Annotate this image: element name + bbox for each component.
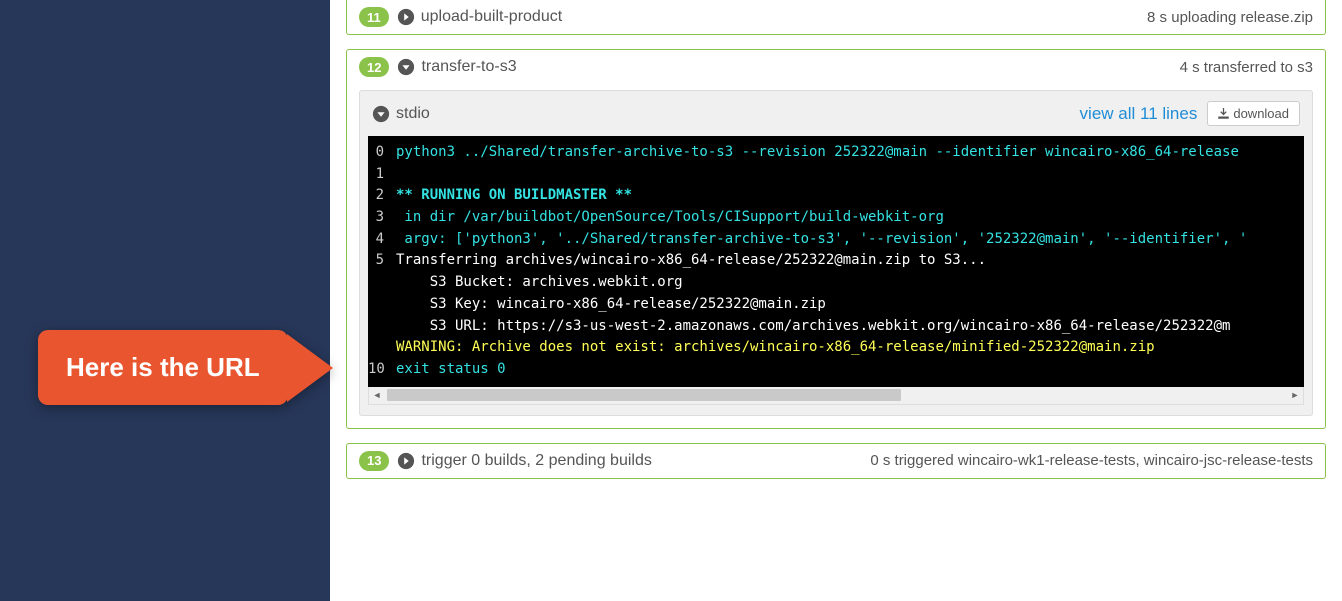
terminal-line: 2** RUNNING ON BUILDMASTER ** (368, 185, 1304, 207)
line-number: 0 (368, 142, 394, 164)
line-content: S3 URL: https://s3-us-west-2.amazonaws.c… (394, 316, 1304, 338)
chevron-right-icon[interactable] (397, 8, 415, 26)
download-button[interactable]: download (1207, 101, 1300, 126)
terminal-line: S3 Key: wincairo-x86_64-release/252322@m… (368, 294, 1304, 316)
line-number: 1 (368, 164, 394, 186)
line-number: 5 (368, 250, 394, 272)
line-content: exit status 0 (394, 359, 1304, 381)
annotation-text: Here is the URL (38, 330, 288, 405)
step-header-12[interactable]: 12 transfer-to-s3 4 s transferred to s3 (347, 50, 1325, 84)
line-number: 3 (368, 207, 394, 229)
line-content: python3 ../Shared/transfer-archive-to-s3… (394, 142, 1304, 164)
step-status: 4 s transferred to s3 (1180, 59, 1313, 76)
step-status: 0 s triggered wincairo-wk1-release-tests… (870, 452, 1313, 469)
annotation-callout: Here is the URL (38, 330, 333, 405)
line-content: Transferring archives/wincairo-x86_64-re… (394, 250, 1304, 272)
line-number: 10 (368, 359, 394, 381)
terminal-line: 4 argv: ['python3', '../Shared/transfer-… (368, 229, 1304, 251)
chevron-right-icon[interactable] (397, 452, 415, 470)
terminal-line: S3 Bucket: archives.webkit.org (368, 272, 1304, 294)
step-badge: 11 (359, 7, 389, 27)
chevron-down-icon[interactable] (372, 105, 390, 123)
line-number: 2 (368, 185, 394, 207)
download-label: download (1233, 106, 1289, 121)
line-content: ** RUNNING ON BUILDMASTER ** (394, 185, 1304, 207)
step-row-12: 12 transfer-to-s3 4 s transferred to s3 … (346, 49, 1326, 429)
terminal-line: 0python3 ../Shared/transfer-archive-to-s… (368, 142, 1304, 164)
step-title: upload-built-product (421, 8, 562, 26)
terminal-line: S3 URL: https://s3-us-west-2.amazonaws.c… (368, 316, 1304, 338)
sidebar (0, 0, 330, 601)
terminal-line: 1 (368, 164, 1304, 186)
line-number (368, 294, 394, 316)
horizontal-scrollbar[interactable]: ◄ ► (368, 387, 1304, 405)
terminal-line: 10exit status 0 (368, 359, 1304, 381)
scroll-left-arrow[interactable]: ◄ (369, 387, 385, 403)
step-title: trigger 0 builds, 2 pending builds (421, 452, 651, 470)
step-row-13[interactable]: 13 trigger 0 builds, 2 pending builds 0 … (346, 443, 1326, 479)
terminal-output: 0python3 ../Shared/transfer-archive-to-s… (368, 136, 1304, 387)
line-content: S3 Bucket: archives.webkit.org (394, 272, 1304, 294)
terminal-line: 5Transferring archives/wincairo-x86_64-r… (368, 250, 1304, 272)
log-name: stdio (396, 105, 430, 123)
line-content (394, 164, 1304, 186)
main-content: 11 upload-built-product 8 s uploading re… (330, 0, 1342, 601)
terminal-line: 3 in dir /var/buildbot/OpenSource/Tools/… (368, 207, 1304, 229)
line-number (368, 337, 394, 359)
annotation-arrow-icon (287, 334, 333, 402)
view-all-lines-link[interactable]: view all 11 lines (1080, 104, 1198, 124)
step-status: 8 s uploading release.zip (1147, 9, 1313, 26)
download-icon (1218, 108, 1229, 119)
step-row-11[interactable]: 11 upload-built-product 8 s uploading re… (346, 0, 1326, 35)
line-content: S3 Key: wincairo-x86_64-release/252322@m… (394, 294, 1304, 316)
log-panel: stdio view all 11 lines download 0python… (359, 90, 1313, 416)
line-content: WARNING: Archive does not exist: archive… (394, 337, 1304, 359)
step-badge: 12 (359, 57, 389, 77)
step-badge: 13 (359, 451, 389, 471)
line-number: 4 (368, 229, 394, 251)
line-content: argv: ['python3', '../Shared/transfer-ar… (394, 229, 1304, 251)
scroll-right-arrow[interactable]: ► (1287, 387, 1303, 403)
terminal-line: WARNING: Archive does not exist: archive… (368, 337, 1304, 359)
line-content: in dir /var/buildbot/OpenSource/Tools/CI… (394, 207, 1304, 229)
step-title: transfer-to-s3 (421, 58, 516, 76)
chevron-down-icon[interactable] (397, 58, 415, 76)
line-number (368, 272, 394, 294)
line-number (368, 316, 394, 338)
scroll-thumb[interactable] (387, 389, 901, 401)
